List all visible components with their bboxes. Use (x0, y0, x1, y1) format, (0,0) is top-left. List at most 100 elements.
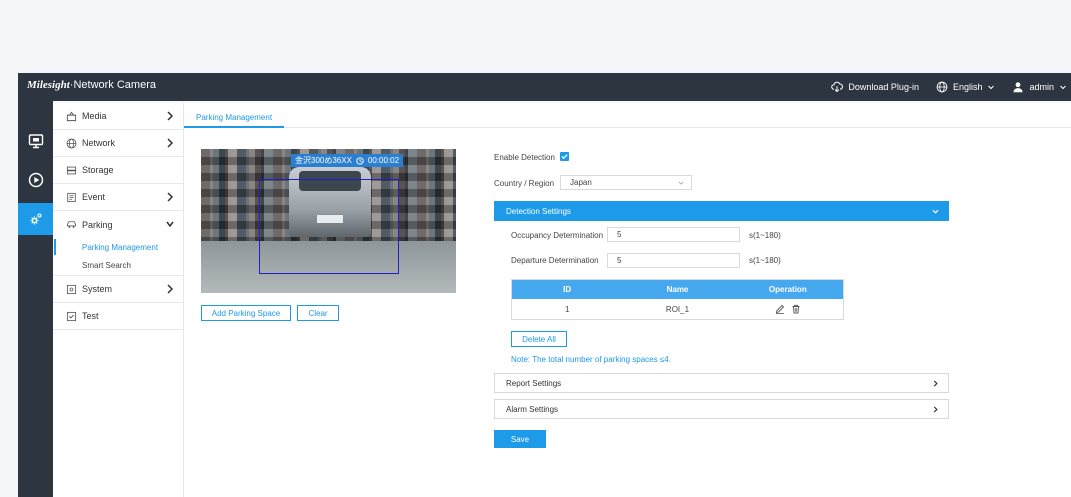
settings-button[interactable] (18, 203, 53, 235)
plate-text: 金沢300め36XX (295, 156, 352, 165)
user-icon (1013, 82, 1023, 93)
chevron-right-icon (167, 138, 174, 148)
app-title: ·Network Camera (69, 79, 156, 91)
add-parking-space-button[interactable]: Add Parking Space (201, 305, 291, 321)
sidebar-item-label: Media (82, 111, 107, 121)
table-cell-operation (733, 299, 843, 319)
sidebar-item-label: Event (82, 192, 106, 202)
alarm-settings-header[interactable]: Alarm Settings (494, 399, 949, 419)
event-icon (67, 192, 76, 202)
brand: Milesight·Network Camera (27, 79, 156, 91)
detection-settings-label: Detection Settings (506, 206, 571, 216)
top-right-actions: Download Plug-in English admin (814, 79, 1071, 95)
milesight-logo: Milesight (27, 79, 70, 91)
playback-icon (28, 172, 43, 188)
enable-detection-label: Enable Detection (494, 153, 555, 162)
chevron-right-icon (933, 406, 938, 413)
departure-unit: s(1~180) (749, 256, 781, 265)
parking-space-table: ID Name Operation 1 ROI_1 (511, 279, 844, 320)
report-settings-label: Report Settings (506, 378, 562, 388)
departure-determination-input[interactable]: 5 (607, 253, 740, 268)
chevron-down-icon (166, 221, 174, 228)
settings-icon (30, 213, 42, 225)
table-header-id: ID (563, 285, 572, 294)
country-region-select[interactable]: Japan (560, 175, 692, 190)
enable-detection-checkbox[interactable] (560, 152, 569, 161)
parking-spaces-note: Note: The total number of parking spaces… (511, 355, 671, 364)
country-region-label: Country / Region (494, 179, 555, 188)
live-view-button[interactable] (18, 125, 53, 157)
roi-box[interactable] (259, 179, 399, 274)
playback-button[interactable] (18, 164, 53, 196)
live-view-icon (28, 134, 43, 149)
delete-icon[interactable] (791, 304, 801, 314)
language-label: English (952, 82, 983, 92)
sidebar-item-storage[interactable]: Storage (53, 157, 183, 184)
sidebar-item-label: Test (82, 311, 99, 321)
language-selector[interactable]: English (936, 81, 996, 93)
chevron-down-icon (678, 181, 684, 185)
table-cell-id: 1 (564, 304, 570, 314)
chevron-down-icon (1060, 85, 1066, 90)
table-header-operation: Operation (768, 285, 807, 294)
top-bar: Milesight·Network Camera Download Plug-i… (18, 73, 1071, 101)
sidebar-item-parking[interactable]: Parking (53, 211, 183, 238)
side-navigation: Media Network Storage Event Parking Park… (53, 103, 184, 497)
video-preview[interactable]: 金沢300め36XX 00:00:02 (201, 149, 456, 293)
download-plugin-icon (831, 81, 844, 93)
sidebar-item-label: System (82, 284, 113, 294)
sidebar-item-label: Parking (82, 219, 113, 230)
alarm-settings-label: Alarm Settings (506, 404, 559, 414)
clock-icon (356, 156, 364, 165)
occupancy-determination-input[interactable]: 5 (607, 227, 740, 242)
tab-bar: Parking Management (184, 103, 1071, 128)
sidebar-subitem-parking-management[interactable]: Parking Management (53, 238, 183, 256)
globe-icon (936, 81, 948, 93)
media-icon (66, 111, 77, 121)
table-header-name: Name (666, 285, 689, 294)
departure-determination-label: Departure Determination (511, 256, 599, 265)
chevron-down-icon (932, 209, 939, 214)
user-menu[interactable]: admin (1012, 81, 1067, 93)
sidebar-item-media[interactable]: Media (53, 103, 183, 130)
sidebar-item-network[interactable]: Network (53, 130, 183, 157)
country-region-value: Japan (570, 178, 592, 187)
sidebar-item-system[interactable]: System (53, 276, 183, 303)
occupancy-unit: s(1~180) (749, 231, 781, 240)
table-header: ID Name Operation (512, 280, 843, 299)
chevron-down-icon (988, 85, 995, 90)
roi-label: 金沢300め36XX 00:00:02 (291, 154, 404, 167)
globe-icon (66, 138, 77, 148)
car-icon (66, 221, 77, 228)
parking-timer: 00:00:02 (367, 156, 400, 165)
storage-icon (66, 166, 77, 174)
table-cell-name: ROI_1 (665, 304, 690, 314)
sidebar-item-label: Storage (82, 165, 114, 175)
chevron-right-icon (167, 192, 174, 202)
chevron-right-icon (167, 111, 174, 121)
occupancy-determination-label: Occupancy Determination (511, 231, 604, 240)
table-row: 1 ROI_1 (512, 299, 843, 319)
chevron-right-icon (167, 284, 174, 294)
sidebar-item-test[interactable]: Test (53, 303, 183, 330)
sidebar-item-label: Network (82, 138, 116, 148)
icon-rail (18, 101, 53, 497)
user-label: admin (1029, 82, 1054, 92)
system-icon (66, 284, 77, 294)
clear-button[interactable]: Clear (297, 305, 339, 321)
sidebar-item-event[interactable]: Event (53, 184, 183, 211)
detection-settings-header[interactable]: Detection Settings (494, 201, 949, 221)
edit-icon[interactable] (775, 304, 785, 314)
tab-parking-management[interactable]: Parking Management (184, 103, 285, 128)
download-plugin-button[interactable]: Download Plug-in (831, 81, 919, 93)
delete-all-button[interactable]: Delete All (511, 331, 567, 347)
test-icon (66, 311, 77, 321)
chevron-right-icon (933, 380, 938, 387)
main-content: Parking Management 金沢300め36XX 00:00:02 A… (184, 103, 1071, 497)
sidebar-subitem-smart-search[interactable]: Smart Search (53, 256, 183, 274)
checkmark-icon (561, 154, 568, 160)
parking-submenu: Parking Management Smart Search (53, 238, 183, 276)
report-settings-header[interactable]: Report Settings (494, 373, 949, 393)
download-plugin-label: Download Plug-in (848, 82, 919, 92)
save-button[interactable]: Save (494, 430, 546, 448)
